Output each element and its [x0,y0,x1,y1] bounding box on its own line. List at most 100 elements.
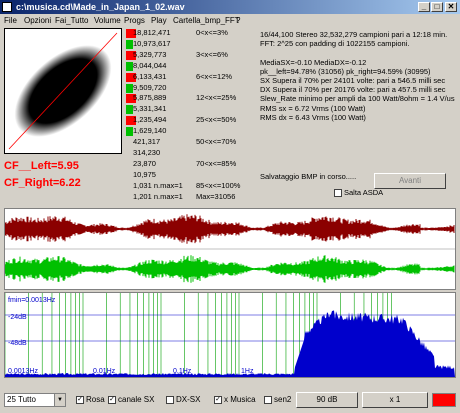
sen2-box[interactable] [264,395,272,404]
histogram-value: 5,875,889 [133,93,167,103]
range-select-value: 25 Tutto [7,395,36,404]
canale-sx-checkbox[interactable]: ✓ canale SX [108,395,154,404]
histogram-row: 6,133,431 6<x<=12% [126,72,254,82]
histogram-range-label: 6<x<=12% [196,71,233,81]
sen2-label: sen2 [274,395,292,404]
salta-asda-label: Salta ASDA [344,188,384,197]
range-select[interactable]: 25 Tutto ▼ [4,393,66,407]
x-musica-box[interactable]: ✓ [214,395,222,404]
histogram-value: 314,230 [133,147,161,157]
info-line: SX Supera il 70% per 24101 volte: pari a… [260,75,446,85]
rosa-box[interactable]: ✓ [76,395,84,404]
freq-label-3: 1Hz [241,368,254,375]
histogram-row: 1,629,140 [126,126,254,137]
db-label-48: -48dB [8,340,27,347]
histogram-range-label: 12<x<=25% [196,93,237,103]
histogram-value: 1,031 n.max=1 [133,180,183,190]
db-label-24: -24dB [8,314,27,321]
histogram-range-label: Max=31056 [196,191,236,201]
histogram-row: 10,973,617 [126,39,254,49]
histogram-row: 5,331,341 [126,104,254,115]
menu-volume[interactable]: Volume [94,16,121,25]
window-title: c:\musica.cd\Made_in_Japan_1_02.wav [16,2,185,12]
dx-sx-label: DX-SX [176,395,201,404]
menu-cartella-bmp-fft[interactable]: Cartella_bmp_FFT [173,16,240,25]
status-text: Salvataggio BMP in corso..... [260,172,357,181]
info-line: pk__left=94.78% (31056) pk_right=94.59% … [260,66,431,76]
info-line: MediaSX=-0.10 MediaDX=-0.12 [260,57,367,67]
waveform-plot [4,214,455,283]
menu-help[interactable]: ? [236,16,240,25]
title-bar: c:\musica.cd\Made_in_Japan_1_02.wav _ □ … [0,0,460,14]
histogram-value: 8,044,044 [133,60,167,70]
salta-asda-box[interactable] [334,189,342,198]
rosa-checkbox[interactable]: ✓ Rosa [76,395,105,404]
histogram-value: 10,973,617 [133,38,171,48]
spectrum-plot: fmin=0.0013Hz -24dB -48dB 0.0013Hz 0.01H… [4,293,455,377]
histogram-value: 5,329,773 [133,49,167,59]
phase-scope [4,28,122,154]
freq-label-4: 10Hz [315,368,332,375]
histogram-bar [126,105,133,115]
info-line: DX Supera il 70% per 20176 volte: pari a… [260,85,446,95]
histogram-range-label: 85<x<=100% [196,180,241,190]
salta-asda-checkbox[interactable]: Salta ASDA [334,188,384,198]
phase-scope-plot [8,32,118,150]
close-button[interactable]: ✕ [445,2,457,12]
histogram-value: 5,331,341 [133,104,167,114]
histogram-range-label: 50<x<=70% [196,137,237,146]
sen2-checkbox[interactable]: sen2 [264,395,291,404]
x-musica-label: x Musica [224,395,256,404]
spectrum-fill [5,310,455,377]
histogram-value: 421,317 [133,137,161,146]
chevron-down-icon[interactable]: ▼ [54,394,65,406]
left-channel-waveform [4,214,455,244]
db-button[interactable]: 90 dB [296,392,358,408]
maximize-button[interactable]: □ [431,2,443,12]
freq-label-2: 0.1Hz [173,368,192,375]
info-panel: 16/44,100 Stereo 32,532,279 campioni par… [260,30,455,122]
dx-sx-checkbox[interactable]: DX-SX [166,395,200,404]
right-channel-waveform [4,255,455,283]
info-line: FFT: 2^25 con padding di 1022155 campion… [260,39,410,49]
menu-play[interactable]: Play [151,16,167,25]
minimize-button[interactable]: _ [418,2,430,12]
menu-fai-tutto[interactable]: Fai_Tutto [55,16,89,25]
info-line: Slew_Rate minimo per ampli da 100 Watt/8… [260,94,455,104]
color-indicator[interactable] [432,393,456,407]
bottom-toolbar: 25 Tutto ▼ ✓ Rosa ✓ canale SX DX-SX ✓ x Mus… [0,390,460,413]
histogram-value: 1,629,140 [133,126,167,136]
histogram-value: 10,975 [133,169,156,179]
scale-button[interactable]: x 1 [362,392,428,408]
histogram-row: 5,875,889 12<x<=25% [126,93,254,104]
app-icon[interactable] [2,2,12,12]
canale-sx-box[interactable]: ✓ [108,395,116,404]
histogram-range-label: 25<x<=50% [196,115,237,125]
histogram-range-label: 3<x<=6% [196,49,228,59]
histogram-range-label: 70<x<=85% [196,158,237,168]
waveform-panel [4,208,456,290]
histogram-value: 23,870 [133,158,156,168]
histogram-row: 9,509,720 [126,83,254,93]
histogram-bar [126,83,133,93]
histogram-value: 6,133,431 [133,71,167,81]
histogram-range-label: 0<x<=3% [196,28,228,37]
amplitude-histogram: 18,812,471 0<x<=3% 10,973,617 5,329,773 3<x<… [126,28,254,204]
info-line: RMS sx = 6.72 Vrms (100 Watt) [260,103,366,113]
menu-file[interactable]: File [4,16,17,25]
menu-bar: File Opzioni Fai_Tutto Volume Progs Play… [0,14,460,27]
avanti-button[interactable]: Avanti [374,173,446,189]
histogram-value: 1,235,494 [133,115,167,125]
histogram-row: 10,975 [126,170,254,180]
histogram-bar [126,127,133,137]
histogram-row: 8,044,044 [126,61,254,71]
rosa-label: Rosa [86,395,105,404]
freq-label-1: 0.01Hz [93,368,116,375]
dx-sx-box[interactable] [166,395,174,404]
histogram-bar [126,39,133,49]
histogram-row: 1,235,494 25<x<=50% [126,115,254,126]
x-musica-checkbox[interactable]: ✓ x Musica [214,395,256,404]
info-line: RMS dx = 6.43 Vrms (100 Watt) [260,112,366,122]
menu-progs[interactable]: Progs [124,16,145,25]
menu-opzioni[interactable]: Opzioni [24,16,51,25]
